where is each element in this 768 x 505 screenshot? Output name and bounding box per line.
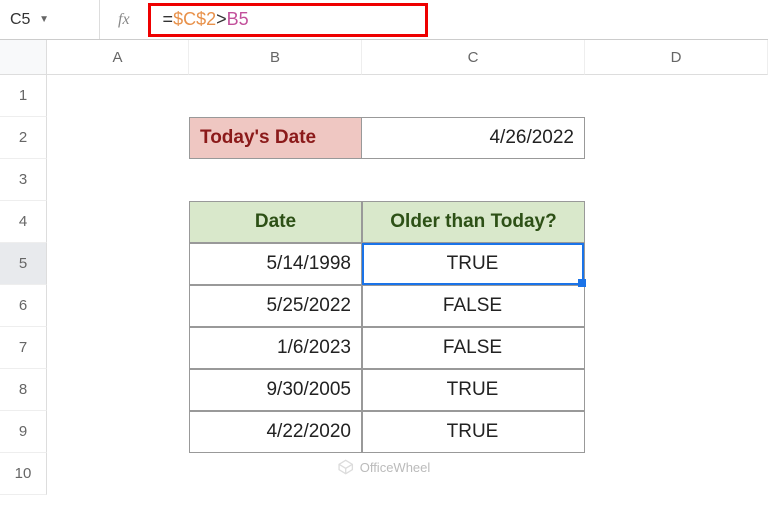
watermark: OfficeWheel <box>338 459 431 475</box>
cell[interactable] <box>189 75 362 117</box>
name-box-value: C5 <box>10 11 30 29</box>
cell[interactable] <box>585 327 768 369</box>
cell[interactable] <box>47 327 189 369</box>
table-header-older[interactable]: Older than Today? <box>362 201 585 243</box>
table-cell-result[interactable]: FALSE <box>362 327 585 369</box>
watermark-text: OfficeWheel <box>360 460 431 475</box>
cell[interactable] <box>585 411 768 453</box>
row-header[interactable]: 7 <box>0 327 47 369</box>
cell[interactable] <box>47 159 189 201</box>
table-cell-date[interactable]: 9/30/2005 <box>189 369 362 411</box>
col-header[interactable]: C <box>362 40 585 75</box>
col-header[interactable]: A <box>47 40 189 75</box>
table-cell-date[interactable]: 5/25/2022 <box>189 285 362 327</box>
cell[interactable] <box>585 201 768 243</box>
formula-eq: = <box>163 9 174 30</box>
row-header[interactable]: 2 <box>0 117 47 159</box>
row-header[interactable]: 5 <box>0 243 47 285</box>
cell[interactable] <box>585 117 768 159</box>
row-header[interactable]: 9 <box>0 411 47 453</box>
cell[interactable] <box>47 201 189 243</box>
todays-date-value[interactable]: 4/26/2022 <box>362 117 585 159</box>
cell[interactable] <box>585 159 768 201</box>
cell[interactable] <box>585 453 768 495</box>
table-cell-result[interactable]: TRUE <box>362 411 585 453</box>
table-cell-date[interactable]: 4/22/2020 <box>189 411 362 453</box>
formula-op: > <box>216 9 227 30</box>
select-all-corner[interactable] <box>0 40 47 75</box>
table-cell-date[interactable]: 1/6/2023 <box>189 327 362 369</box>
name-box[interactable]: C5 ▼ <box>0 0 100 39</box>
formula-ref2: B5 <box>227 9 249 30</box>
formula-ref1: $C$2 <box>173 9 216 30</box>
row-headers: 1 2 3 4 5 6 7 8 9 10 <box>0 75 47 495</box>
spreadsheet-grid: 1 2 3 4 5 6 7 8 9 10 A B C D <box>0 40 768 505</box>
table-cell-date[interactable]: 5/14/1998 <box>189 243 362 285</box>
row-header[interactable]: 6 <box>0 285 47 327</box>
table-header-date[interactable]: Date <box>189 201 362 243</box>
formula-input[interactable]: =$C$2>B5 <box>148 3 428 37</box>
cell[interactable] <box>362 75 585 117</box>
cell[interactable] <box>585 369 768 411</box>
col-header[interactable]: B <box>189 40 362 75</box>
formula-bar: C5 ▼ fx =$C$2>B5 <box>0 0 768 40</box>
fx-icon[interactable]: fx <box>100 11 148 29</box>
table-cell-result[interactable]: TRUE <box>362 243 585 285</box>
row-header[interactable]: 1 <box>0 75 47 117</box>
table-cell-result[interactable]: TRUE <box>362 369 585 411</box>
cell[interactable] <box>189 159 362 201</box>
watermark-icon <box>338 459 354 475</box>
cell[interactable] <box>585 75 768 117</box>
cell[interactable] <box>362 159 585 201</box>
col-header[interactable]: D <box>585 40 768 75</box>
row-header[interactable]: 3 <box>0 159 47 201</box>
cell[interactable] <box>47 117 189 159</box>
cell[interactable] <box>47 411 189 453</box>
row-header[interactable]: 4 <box>0 201 47 243</box>
row-header[interactable]: 8 <box>0 369 47 411</box>
cells-area[interactable]: Today's Date 4/26/2022 Date Older than T… <box>47 75 768 495</box>
cell[interactable] <box>189 453 362 495</box>
cell[interactable] <box>585 243 768 285</box>
name-box-dropdown-icon[interactable]: ▼ <box>39 14 49 25</box>
cell[interactable] <box>47 285 189 327</box>
todays-date-label[interactable]: Today's Date <box>189 117 362 159</box>
cell[interactable] <box>585 285 768 327</box>
cell[interactable] <box>47 453 189 495</box>
column-headers: A B C D <box>47 40 768 75</box>
cell[interactable] <box>47 75 189 117</box>
row-header[interactable]: 10 <box>0 453 47 495</box>
cell[interactable] <box>47 243 189 285</box>
cell[interactable] <box>47 369 189 411</box>
table-cell-result[interactable]: FALSE <box>362 285 585 327</box>
